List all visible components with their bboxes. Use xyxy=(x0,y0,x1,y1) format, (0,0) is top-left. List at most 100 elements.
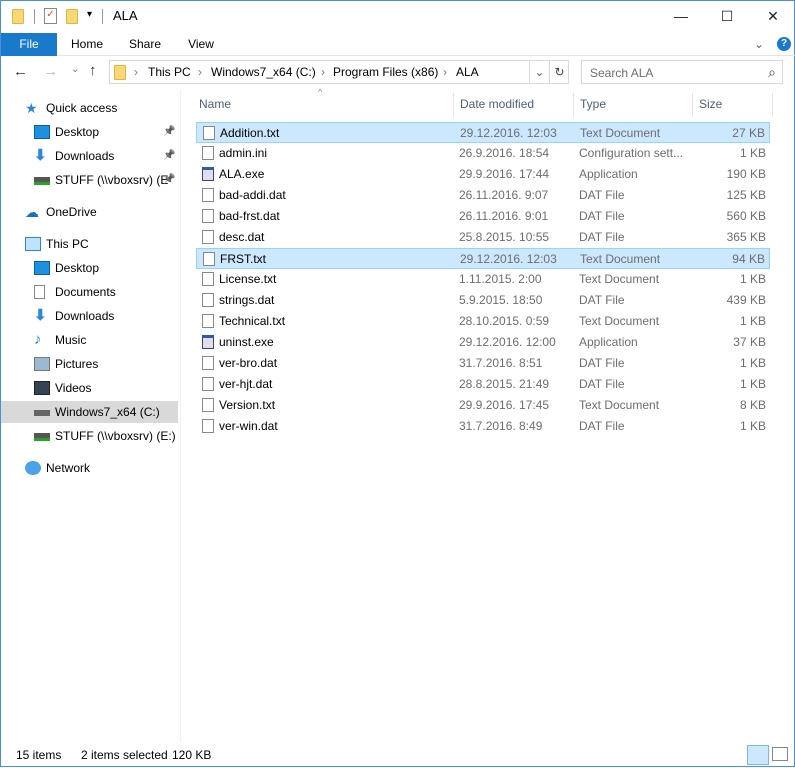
search-icon[interactable]: ⌕ xyxy=(768,64,776,81)
file-name: ALA.exe xyxy=(219,167,265,181)
sidebar-item-documents[interactable]: Documents xyxy=(1,281,178,303)
file-row[interactable]: bad-frst.dat 26.11.2016. 9:01 DAT File 560 … xyxy=(196,206,770,227)
ribbon-tabs: File Home Share View ⌄ ? xyxy=(1,33,795,56)
column-header-type[interactable]: Type xyxy=(574,93,693,117)
sidebar-item-label: Network xyxy=(46,461,91,475)
breadcrumb-separator[interactable]: › xyxy=(321,65,325,79)
title-bar: ✓ ▾ ALA — ☐ ✕ xyxy=(1,1,795,33)
file-size: 190 KB xyxy=(726,167,766,181)
search-placeholder: Search ALA xyxy=(590,66,654,80)
pin-icon[interactable]: 📌 xyxy=(163,121,175,143)
star-icon: ★ xyxy=(25,100,38,116)
breadcrumb-separator[interactable]: › xyxy=(198,65,202,79)
status-bar: 15 items 2 items selected 120 KB xyxy=(1,743,795,768)
column-header-name[interactable]: Name xyxy=(193,93,454,117)
pin-icon[interactable]: 📌 xyxy=(163,145,175,167)
sidebar-item-stuff-vboxsrv-e[interactable]: STUFF (\\vboxsrv) (E 📌 xyxy=(1,169,178,191)
column-header-date[interactable]: Date modified xyxy=(454,93,574,117)
breadcrumb-separator[interactable]: › xyxy=(134,65,138,79)
file-date: 25.8.2015. 10:55 xyxy=(459,230,550,244)
file-row[interactable]: strings.dat 5.9.2015. 18:50 DAT File 439 KB xyxy=(196,290,770,311)
file-name: admin.ini xyxy=(219,146,268,160)
file-name: uninst.exe xyxy=(219,335,274,349)
file-row[interactable]: License.txt 1.11.2015. 2:00 Text Document 1… xyxy=(196,269,770,290)
file-row[interactable]: Version.txt 29.9.2016. 17:45 Text Document… xyxy=(196,395,770,416)
file-row[interactable]: ALA.exe 29.9.2016. 17:44 Application 190 KB xyxy=(196,164,770,185)
new-folder-icon[interactable] xyxy=(66,9,78,24)
download-icon: ⬇ xyxy=(34,147,47,164)
sidebar-item-downloads[interactable]: ⬇ Downloads xyxy=(1,305,178,327)
sidebar-item-music[interactable]: ♪ Music xyxy=(1,329,178,351)
document-icon xyxy=(203,252,215,266)
desktop-icon xyxy=(34,261,50,275)
search-input[interactable]: Search ALA ⌕ xyxy=(581,60,783,84)
details-view-button[interactable] xyxy=(747,745,769,765)
help-icon[interactable]: ? xyxy=(777,37,791,51)
sidebar-item-label: Documents xyxy=(55,285,116,299)
file-date: 28.10.2015. 0:59 xyxy=(459,314,550,328)
sidebar-item-videos[interactable]: Videos xyxy=(1,377,178,399)
up-button[interactable]: ↑ xyxy=(89,62,97,79)
file-row[interactable]: desc.dat 25.8.2015. 10:55 DAT File 365 KB xyxy=(196,227,770,248)
sidebar-item-pictures[interactable]: Pictures xyxy=(1,353,178,375)
file-type: DAT File xyxy=(579,209,625,223)
sidebar-item-stuff-vboxsrv-e[interactable]: STUFF (\\vboxsrv) (E:) xyxy=(1,425,178,447)
tab-home[interactable]: Home xyxy=(59,33,115,56)
recent-locations-button[interactable]: ⌄ xyxy=(71,64,79,75)
file-row[interactable]: bad-addi.dat 26.11.2016. 9:07 DAT File 125 … xyxy=(196,185,770,206)
sidebar-item-onedrive[interactable]: ☁ OneDrive xyxy=(1,201,178,223)
videos-icon xyxy=(34,381,50,395)
file-date: 26.11.2016. 9:01 xyxy=(459,209,549,223)
file-type: Text Document xyxy=(580,126,661,140)
breadcrumb-this-pc[interactable]: This PC xyxy=(148,65,191,79)
forward-button[interactable]: → xyxy=(43,63,58,80)
customize-toolbar-icon[interactable]: ▾ xyxy=(87,9,92,20)
expand-ribbon-icon[interactable]: ⌄ xyxy=(749,33,769,56)
sidebar-item-network[interactable]: Network xyxy=(1,457,178,479)
breadcrumb-separator[interactable]: › xyxy=(443,65,447,79)
minimize-button[interactable]: — xyxy=(658,1,704,31)
file-row[interactable]: Addition.txt 29.12.2016. 12:03 Text Docume… xyxy=(196,122,770,143)
back-button[interactable]: ← xyxy=(13,63,28,80)
sidebar-item-quick-access[interactable]: ★ Quick access xyxy=(1,97,178,119)
refresh-button[interactable]: ↻ xyxy=(549,61,569,83)
file-row[interactable]: FRST.txt 29.12.2016. 12:03 Text Document 94… xyxy=(196,248,770,269)
tab-view[interactable]: View xyxy=(173,33,229,56)
breadcrumb-program-files[interactable]: Program Files (x86) xyxy=(333,65,438,79)
file-size: 37 KB xyxy=(733,335,766,349)
close-button[interactable]: ✕ xyxy=(750,1,795,31)
sidebar-item-desktop[interactable]: Desktop 📌 xyxy=(1,121,178,143)
tab-file[interactable]: File xyxy=(1,33,57,56)
document-icon xyxy=(203,126,215,140)
file-size: 560 KB xyxy=(726,209,766,223)
column-header-size[interactable]: Size xyxy=(693,93,773,117)
maximize-button[interactable]: ☐ xyxy=(704,1,750,31)
file-row[interactable]: ver-hjt.dat 28.8.2015. 21:49 DAT File 1 KB xyxy=(196,374,770,395)
file-name: Technical.txt xyxy=(219,314,286,328)
file-name: ver-hjt.dat xyxy=(219,377,273,391)
tab-share[interactable]: Share xyxy=(117,33,173,56)
sidebar-item-downloads[interactable]: ⬇ Downloads 📌 xyxy=(1,145,178,167)
file-row[interactable]: ver-win.dat 31.7.2016. 8:49 DAT File 1 KB xyxy=(196,416,770,437)
properties-icon[interactable]: ✓ xyxy=(44,8,57,24)
sidebar-item-this-pc[interactable]: This PC xyxy=(1,233,178,255)
file-row[interactable]: uninst.exe 29.12.2016. 12:00 Application 37… xyxy=(196,332,770,353)
breadcrumb-ala[interactable]: ALA xyxy=(456,65,479,79)
large-icons-view-button[interactable] xyxy=(772,747,788,761)
desktop-icon xyxy=(34,125,50,139)
file-date: 31.7.2016. 8:51 xyxy=(459,356,543,370)
sidebar-item-label: Quick access xyxy=(46,101,118,115)
file-type: Text Document xyxy=(579,398,660,412)
address-bar[interactable]: › This PC › Windows7_x64 (C:) › Program … xyxy=(109,60,569,84)
breadcrumb-drive[interactable]: Windows7_x64 (C:) xyxy=(211,65,316,79)
file-row[interactable]: Technical.txt 28.10.2015. 0:59 Text Docume… xyxy=(196,311,770,332)
pin-icon[interactable]: 📌 xyxy=(163,169,175,191)
address-dropdown-icon[interactable]: ⌄ xyxy=(529,61,549,83)
sidebar-item-windows7-x64-c[interactable]: Windows7_x64 (C:) xyxy=(1,401,178,423)
sidebar-item-desktop[interactable]: Desktop xyxy=(1,257,178,279)
file-row[interactable]: ver-bro.dat 31.7.2016. 8:51 DAT File 1 KB xyxy=(196,353,770,374)
cloud-icon: ☁ xyxy=(25,204,39,220)
file-row[interactable]: admin.ini 26.9.2016. 18:54 Configuration s… xyxy=(196,143,770,164)
network-icon xyxy=(25,461,41,475)
sidebar-item-label: STUFF (\\vboxsrv) (E xyxy=(55,173,169,187)
